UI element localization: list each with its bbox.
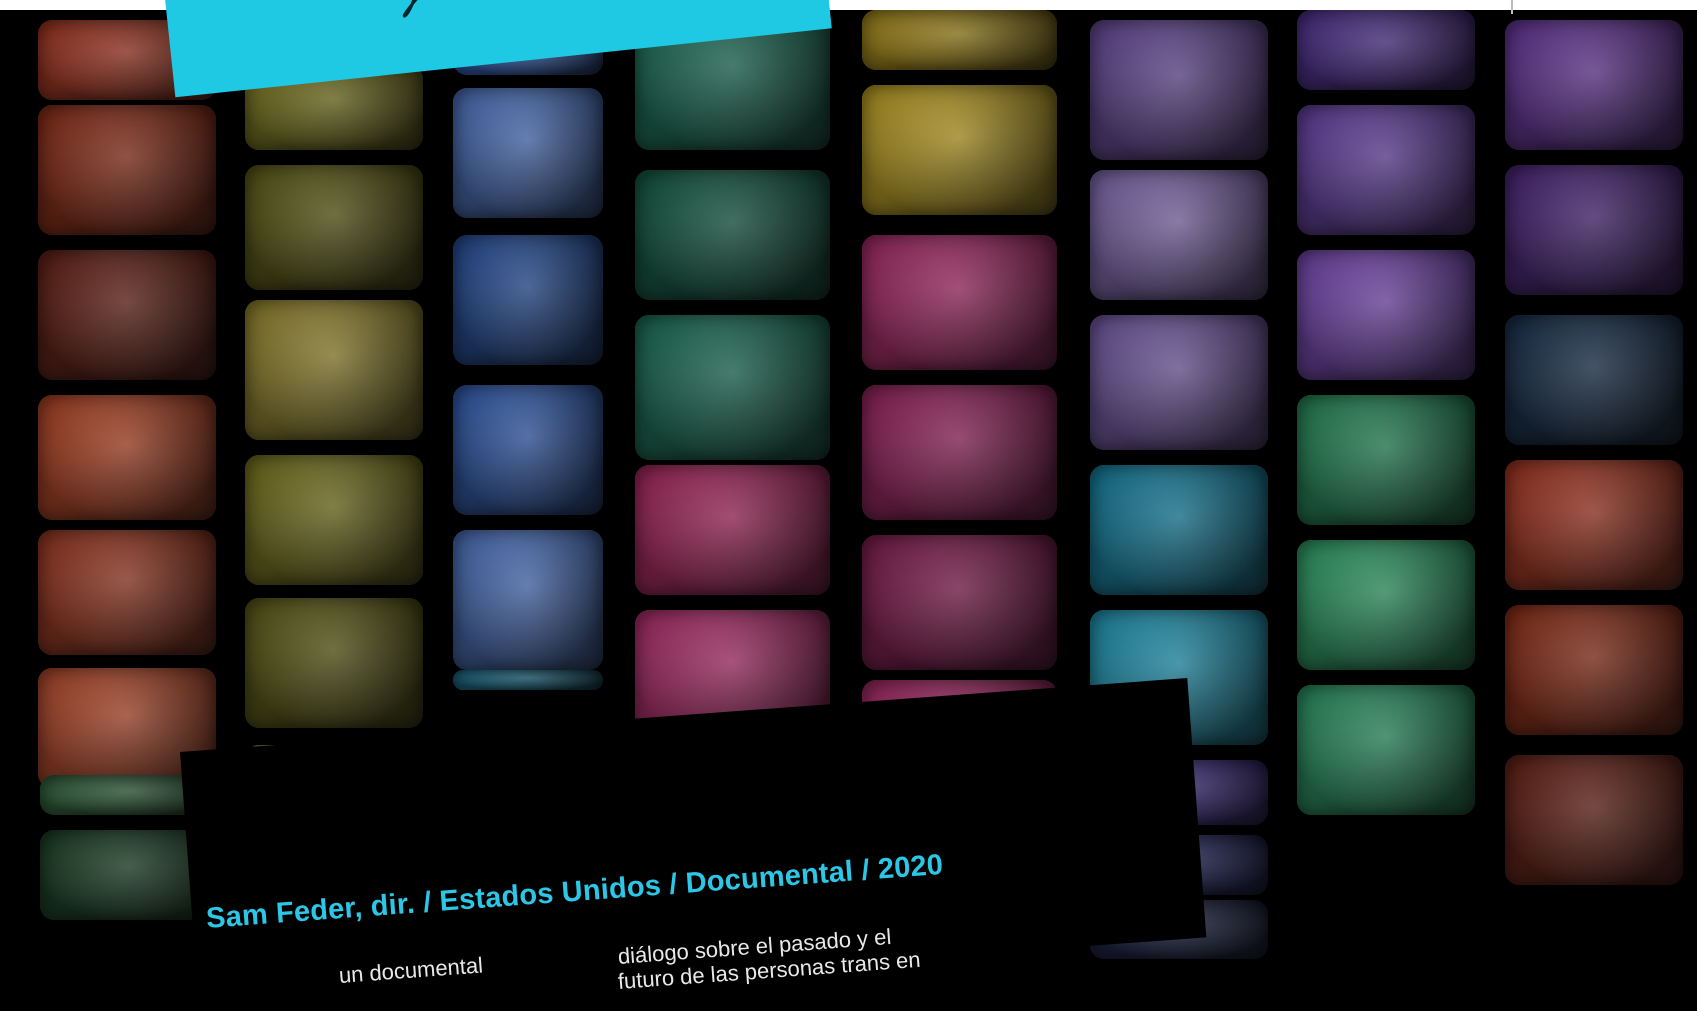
film-still-tile <box>453 530 603 670</box>
film-still-tile <box>862 385 1057 520</box>
film-still-tile <box>635 465 830 595</box>
film-still-tile <box>1297 685 1475 815</box>
film-still-tile <box>1090 465 1268 595</box>
film-still-tile <box>1297 395 1475 525</box>
film-still-tile <box>1090 315 1268 450</box>
film-still-tile <box>245 455 423 585</box>
film-still-tile <box>862 10 1057 70</box>
film-still-tile <box>1297 540 1475 670</box>
film-still-tile <box>1090 170 1268 300</box>
film-still-tile <box>245 165 423 290</box>
film-still-tile <box>245 300 423 440</box>
film-still-tile <box>453 235 603 365</box>
film-still-tile <box>862 535 1057 670</box>
film-still-tile <box>453 385 603 515</box>
film-still-tile <box>38 395 216 520</box>
film-still-tile <box>1090 20 1268 160</box>
film-still-tile <box>38 105 216 235</box>
film-still-tile <box>453 88 603 218</box>
film-still-tile <box>635 315 830 460</box>
film-still-tile <box>1505 605 1683 735</box>
film-still-tile <box>1505 315 1683 445</box>
film-still-tile <box>1297 250 1475 380</box>
title-script-flourish <box>402 0 418 18</box>
film-still-tile <box>862 85 1057 215</box>
film-still-tile <box>1505 460 1683 590</box>
film-still-tile <box>1297 105 1475 235</box>
film-still-tile <box>1505 165 1683 295</box>
film-still-tile <box>635 170 830 300</box>
film-still-tile <box>245 598 423 728</box>
film-still-tile <box>1505 755 1683 885</box>
film-still-tile <box>453 670 603 690</box>
film-still-tile <box>1505 20 1683 150</box>
film-still-tile <box>1297 10 1475 90</box>
film-still-tile <box>38 530 216 655</box>
film-still-tile <box>862 235 1057 370</box>
film-still-tile <box>38 250 216 380</box>
